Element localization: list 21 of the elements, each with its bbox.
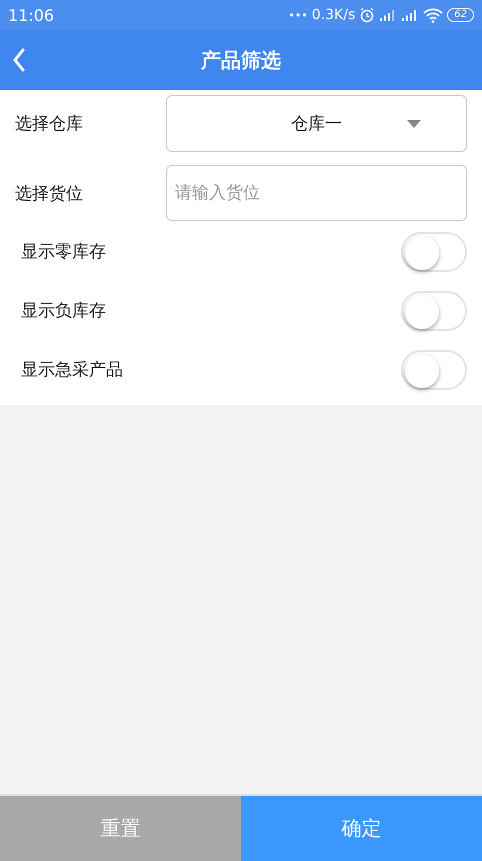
back-icon xyxy=(12,48,26,72)
toggle-label: 显示零库存 xyxy=(21,241,106,263)
toggle-label: 显示急采产品 xyxy=(21,359,123,381)
location-input-field[interactable]: 请输入货位 xyxy=(166,165,467,221)
wifi-icon xyxy=(423,7,444,23)
page-title: 产品筛选 xyxy=(201,46,281,74)
field-label: 选择仓库 xyxy=(15,113,84,135)
network-speed: 0.3K/s xyxy=(312,7,356,23)
toggle-switch[interactable] xyxy=(401,232,467,272)
confirm-button[interactable]: 确定 xyxy=(241,796,482,861)
field-label: 选择货位 xyxy=(15,182,84,204)
reset-button[interactable]: 重置 xyxy=(0,796,241,861)
alarm-icon xyxy=(359,7,376,23)
status-time: 11:06 xyxy=(8,6,54,24)
toggle-switch[interactable] xyxy=(401,350,467,390)
toggle-label: 显示负库存 xyxy=(21,300,106,322)
warehouse-dropdown[interactable]: 仓库一 xyxy=(166,95,467,152)
status-dots: ••• xyxy=(288,8,308,22)
toggle-switch[interactable] xyxy=(401,290,467,330)
battery-indicator: 62 xyxy=(447,8,474,22)
caret-icon xyxy=(407,120,421,128)
